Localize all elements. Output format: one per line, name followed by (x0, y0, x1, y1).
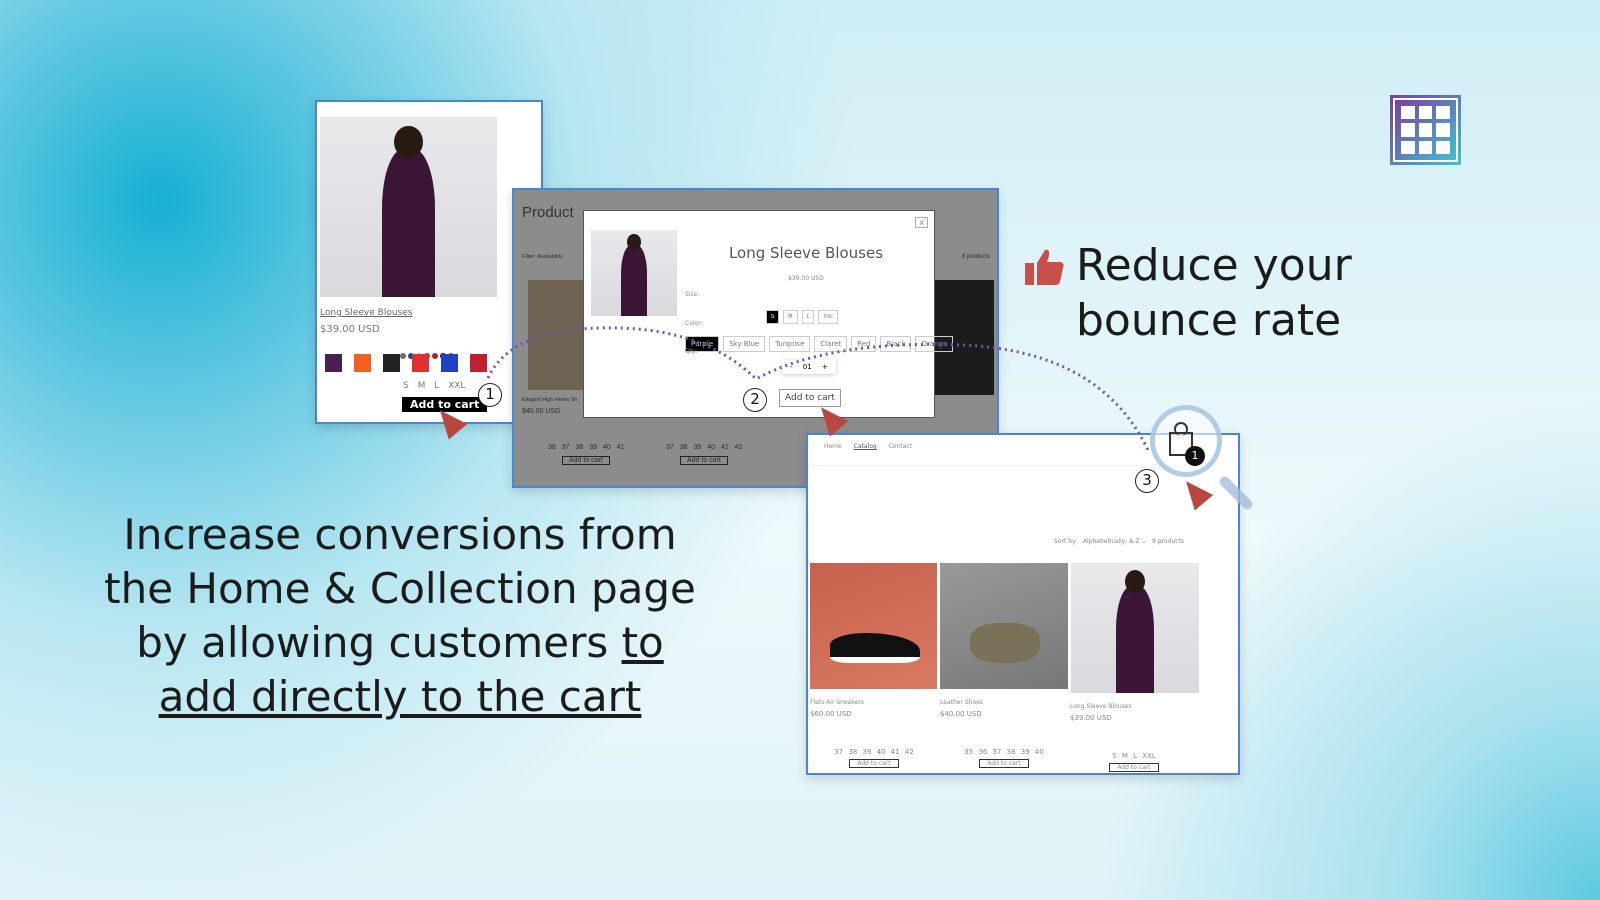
product-title[interactable]: Long Sleeve Blouses (320, 308, 412, 318)
main-nav: Home Catalog Contact (824, 443, 912, 450)
color-option[interactable]: Turqoise (769, 336, 811, 352)
size-options[interactable]: 37 38 39 40 41 42 (666, 444, 742, 451)
product-card: Leather Shoes $40.00 USD 35 36 37 38 39 40… (940, 699, 1068, 768)
color-option[interactable]: Claret (814, 336, 848, 352)
color-option[interactable]: Black (880, 336, 912, 352)
add-to-cart-button[interactable]: Add to cart (562, 456, 610, 465)
color-option[interactable]: Sky Blue (723, 336, 766, 352)
modal-price: $39.00 USD (788, 275, 824, 282)
nav-link-contact[interactable]: Contact (889, 443, 912, 450)
main-text-link-start: to (621, 618, 664, 667)
product-card: Flats Air Sneakers $60.00 USD 37 38 39 40 … (810, 699, 938, 768)
thumbs-up-icon (1025, 248, 1065, 286)
product-title[interactable]: Flats Air Sneakers (810, 699, 938, 706)
main-text-link: add directly to the cart (158, 672, 642, 721)
cart-count-badge: 1 (1185, 446, 1205, 466)
size-options[interactable]: 35 36 37 38 39 40 (940, 748, 1068, 756)
headline-line1: Reduce your (1076, 240, 1352, 291)
product-card: Long Sleeve Blouses $39.00 USD S M L XXL Ad… (1070, 703, 1198, 772)
modal-product-image (591, 230, 677, 316)
app-logo (1390, 95, 1461, 165)
main-text: Increase conversions from the Home & Col… (60, 508, 740, 724)
product-price: $60.00 USD (810, 710, 852, 718)
color-options[interactable]: Purple Sky Blue Turqoise Claret Red Black Oran… (685, 331, 957, 352)
availability-filter[interactable]: Availability (537, 254, 563, 260)
size-options[interactable]: S M L XXL (1070, 752, 1198, 760)
quantity-stepper[interactable]: - 01 + (782, 360, 836, 374)
color-option[interactable]: Red (851, 336, 877, 352)
size-options[interactable]: 36 37 38 39 40 41 (548, 444, 624, 451)
qty-increment[interactable]: + (822, 363, 828, 371)
size-option[interactable]: S (766, 310, 780, 324)
close-button[interactable]: x (915, 217, 928, 228)
step-2-badge: 2 (743, 388, 767, 412)
main-text-line2: the Home & Collection page (104, 564, 696, 613)
size-options[interactable]: S M L XXL (766, 303, 842, 324)
add-to-cart-button[interactable]: Add to cart (680, 456, 728, 465)
add-to-cart-button[interactable]: Add to cart (1109, 763, 1159, 772)
headline-line2: bounce rate (1076, 295, 1342, 346)
product-title[interactable]: Long Sleeve Blouses (1070, 703, 1198, 710)
size-options[interactable]: S M L XXL (403, 381, 465, 391)
size-label: Size: (685, 291, 700, 298)
product-card: Long Sleeve Blouses $39.00 USD S M L XXL… (315, 100, 543, 424)
color-label: Color: (685, 320, 703, 327)
size-option[interactable]: L (801, 310, 815, 324)
product-image (528, 280, 584, 390)
qty-value[interactable]: 01 (803, 363, 812, 371)
product-count: 8 products (1152, 538, 1184, 545)
product-image (1071, 563, 1199, 693)
product-price: $40.00 USD (522, 408, 561, 415)
main-text-line1: Increase conversions from (123, 510, 677, 559)
modal-title: Long Sleeve Blouses (728, 244, 884, 262)
product-price: $39.00 USD (1070, 714, 1112, 722)
filter-label: Filter: (522, 254, 536, 260)
product-title[interactable]: Elegant High Heels Sh (522, 397, 577, 403)
color-option[interactable]: Orange (915, 336, 954, 352)
qty-decrement[interactable]: - (790, 363, 793, 371)
size-options[interactable]: 37 38 39 40 41 42 (810, 748, 938, 756)
product-price: $39.00 USD (320, 324, 380, 335)
collection-title: Product (522, 204, 574, 221)
product-image (810, 563, 937, 689)
sort-select[interactable]: Alphabetically, A-Z (1083, 538, 1140, 545)
step-1-badge: 1 (478, 383, 502, 407)
product-count: 8 products (962, 254, 991, 260)
size-option[interactable]: XXL (818, 310, 838, 324)
qty-label: Qty: (685, 348, 698, 355)
sort-label: Sort by: (1054, 538, 1078, 545)
main-text-line3: by allowing customers (136, 618, 622, 667)
size-option[interactable]: M (783, 310, 798, 324)
nav-link-catalog[interactable]: Catalog (854, 443, 877, 450)
product-price: $40.00 USD (940, 710, 982, 718)
catalog-page: Home Catalog Contact 3 Sort by: Alphabet… (806, 433, 1240, 775)
cart-icon[interactable]: 1 (1150, 405, 1222, 477)
product-image (940, 563, 1068, 689)
product-title[interactable]: Leather Shoes (940, 699, 1068, 706)
headline: Reduce your bounce rate (1076, 238, 1352, 348)
quick-view-modal: x Long Sleeve Blouses $39.00 USD Size: S… (583, 210, 954, 418)
step-3-badge: 3 (1135, 469, 1159, 493)
add-to-cart-button[interactable]: Add to cart (849, 759, 899, 768)
product-image (320, 117, 497, 297)
variant-thumbnails[interactable] (325, 354, 487, 372)
add-to-cart-button[interactable]: Add to cart (979, 759, 1029, 768)
nav-link-home[interactable]: Home (824, 443, 842, 450)
